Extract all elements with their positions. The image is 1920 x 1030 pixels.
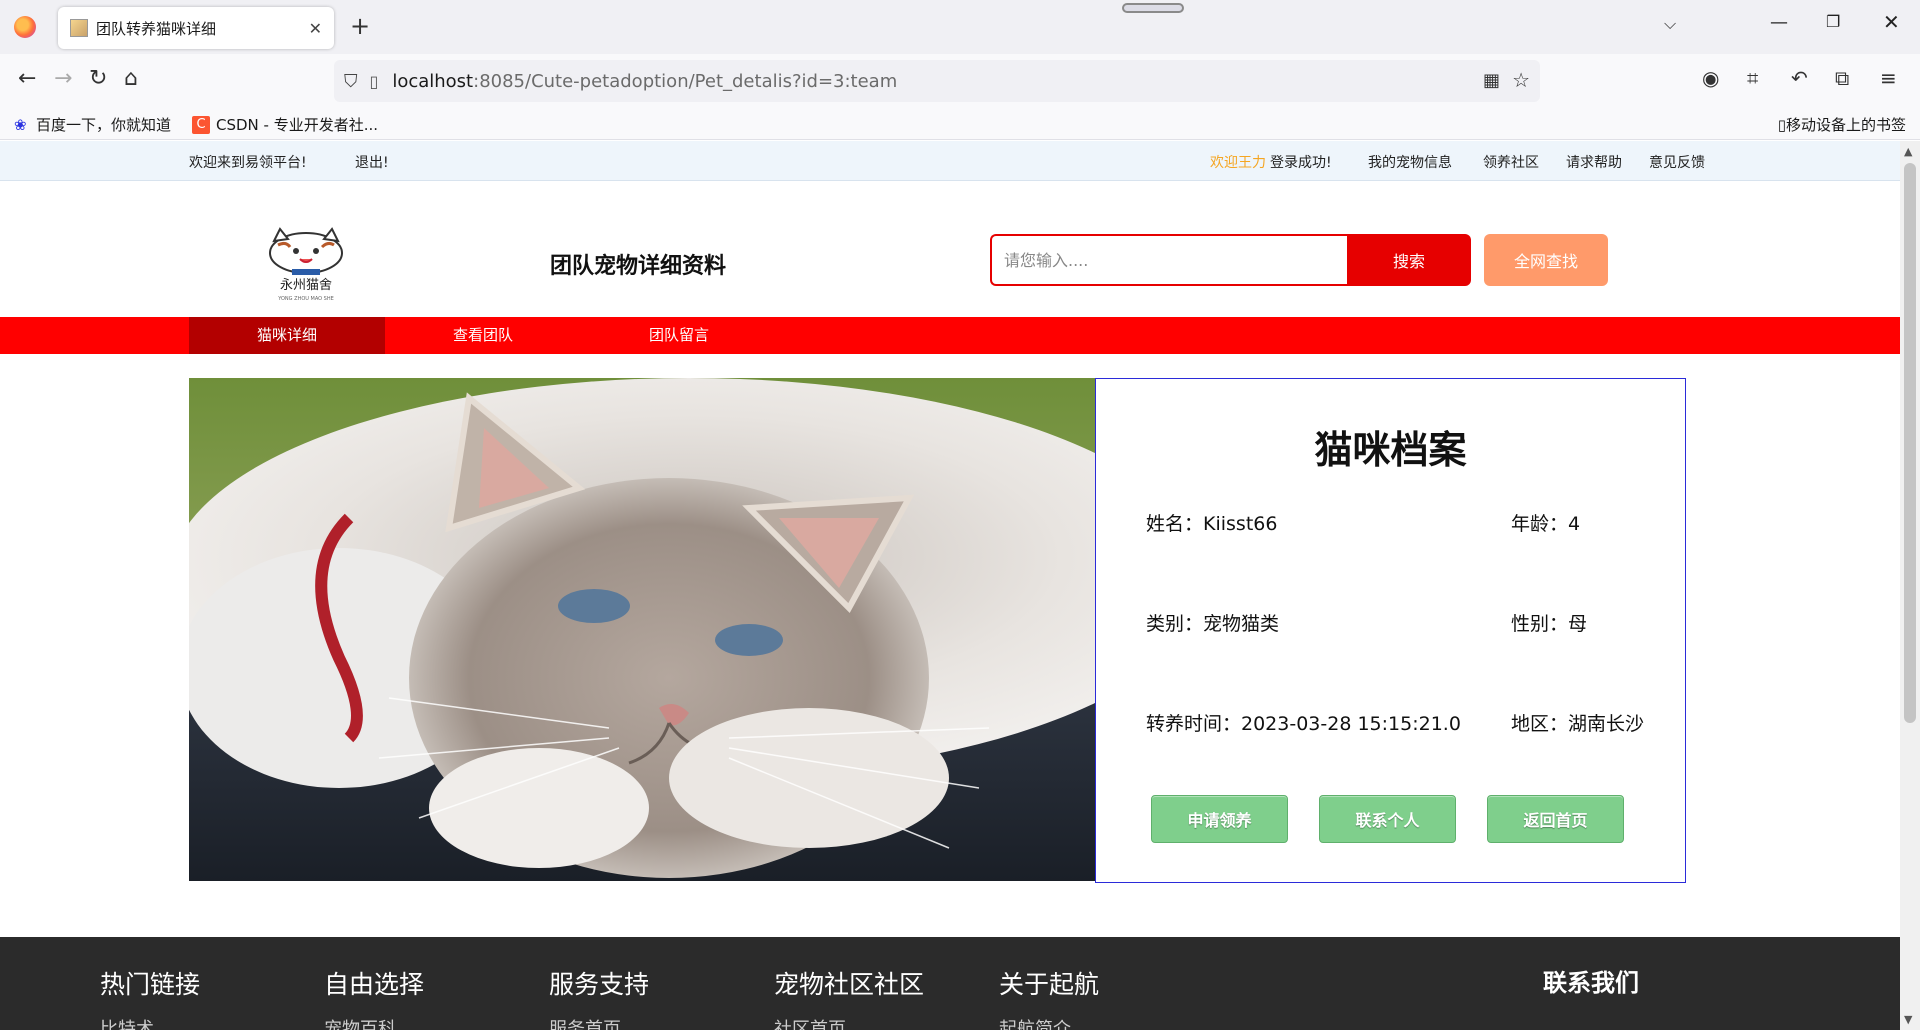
close-tab-icon[interactable]: ✕ <box>309 19 322 38</box>
browser-toolbar: ← → ↻ ⌂ ⛉ ▯ localhost:8085/Cute-petadopt… <box>0 54 1920 108</box>
footer-col-community: 宠物社区社区 <box>774 970 925 999</box>
login-status: 登录成功! <box>1270 155 1332 171</box>
home-icon[interactable]: ⌂ <box>124 66 138 91</box>
screenshot-icon[interactable]: ⌗ <box>1747 66 1758 90</box>
url-text[interactable]: localhost:8085/Cute-petadoption/Pet_deta… <box>392 71 897 92</box>
footer-link[interactable]: 比特术 <box>100 1015 154 1030</box>
link-feedback[interactable]: 意见反馈 <box>1649 152 1705 172</box>
mobile-bookmarks[interactable]: ▯移动设备上的书签 <box>1778 114 1906 135</box>
footer-col-hot-links: 热门链接 <box>100 970 201 999</box>
window-close-icon[interactable]: ✕ <box>1883 10 1900 34</box>
tab-team-messages[interactable]: 团队留言 <box>581 317 777 354</box>
footer-link[interactable]: 宠物百科 <box>324 1015 396 1030</box>
main-nav: 猫咪详细 查看团队 团队留言 <box>0 317 1900 354</box>
scroll-up-icon[interactable]: ▲ <box>1904 145 1912 158</box>
svg-text:YONG ZHOU MAO SHE: YONG ZHOU MAO SHE <box>277 296 334 302</box>
bookmark-star-icon[interactable]: ☆ <box>1512 68 1530 92</box>
restore-icon[interactable]: ❐ <box>1826 12 1840 31</box>
browser-tab-strip: 团队转养猫咪详细 ✕ + ⌵ — ❐ ✕ <box>0 0 1920 54</box>
site-topbar: 欢迎来到易领平台! 退出! 欢迎王力 登录成功! 我的宠物信息 领养社区 请求帮… <box>0 141 1900 181</box>
footer-contact-heading: 联系我们 <box>1543 969 1639 997</box>
logout-link[interactable]: 退出! <box>355 152 389 172</box>
site-footer: 热门链接 自由选择 服务支持 宠物社区社区 关于起航 比特术 宠物百科 服务首页… <box>0 937 1900 1030</box>
chevron-down-icon[interactable]: ⌵ <box>1664 14 1676 34</box>
window-drag-handle[interactable] <box>1122 3 1184 13</box>
site-header: 永州猫舍 YONG ZHOU MAO SHE 团队宠物详细资料 搜索 全网查找 <box>0 181 1900 317</box>
new-tab-icon[interactable]: + <box>350 12 370 40</box>
bookmarks-bar: ❀ 百度一下，你就知道 C CSDN - 专业开发者社... ▯移动设备上的书签 <box>0 108 1920 140</box>
forward-icon[interactable]: → <box>54 66 72 91</box>
field-age: 年龄：4 <box>1511 513 1581 535</box>
welcome-text: 欢迎来到易领平台! <box>189 155 307 171</box>
tab-cat-detail[interactable]: 猫咪详细 <box>189 317 385 354</box>
cat-photo <box>189 378 1095 881</box>
field-region: 地区：湖南长沙 <box>1511 713 1645 735</box>
cat-profile-card: 猫咪档案 姓名：Kiisst66 年龄：4 类别：宠物猫类 性别：母 转养时间：… <box>1095 378 1686 883</box>
bookmark-baidu[interactable]: ❀ 百度一下，你就知道 <box>14 114 171 135</box>
svg-text:永州猫舍: 永州猫舍 <box>280 278 332 293</box>
link-help[interactable]: 请求帮助 <box>1566 152 1622 172</box>
minimize-icon[interactable]: — <box>1770 12 1788 33</box>
search-button[interactable]: 搜索 <box>1347 234 1471 286</box>
reload-icon[interactable]: ↻ <box>89 66 107 91</box>
profile-title: 猫咪档案 <box>1314 428 1467 472</box>
footer-link[interactable]: 起航简介 <box>999 1015 1071 1030</box>
search-input[interactable] <box>990 234 1347 286</box>
browser-tab[interactable]: 团队转养猫咪详细 ✕ <box>58 7 334 49</box>
page-title: 团队宠物详细资料 <box>550 254 727 279</box>
page-info-icon[interactable]: ▯ <box>370 72 379 91</box>
link-community[interactable]: 领养社区 <box>1483 152 1539 172</box>
apply-adopt-button[interactable]: 申请领养 <box>1151 795 1288 843</box>
page-viewport: 欢迎来到易领平台! 退出! 欢迎王力 登录成功! 我的宠物信息 领养社区 请求帮… <box>0 141 1900 1030</box>
field-category: 类别：宠物猫类 <box>1146 613 1280 635</box>
baidu-icon: ❀ <box>14 115 27 134</box>
qr-code-icon[interactable]: ▦ <box>1483 70 1500 91</box>
contact-owner-button[interactable]: 联系个人 <box>1319 795 1456 843</box>
footer-col-free-choice: 自由选择 <box>324 970 425 999</box>
field-gender: 性别：母 <box>1511 613 1588 635</box>
shield-icon[interactable]: ⛉ <box>344 71 358 92</box>
field-adopt-time: 转养时间：2023-03-28 15:15:21.0 <box>1146 713 1461 735</box>
csdn-icon: C <box>192 115 210 134</box>
link-my-pets[interactable]: 我的宠物信息 <box>1368 152 1452 172</box>
tab-view-team[interactable]: 查看团队 <box>385 317 581 354</box>
footer-col-support: 服务支持 <box>549 970 650 999</box>
firefox-icon <box>14 16 36 38</box>
bookmark-csdn[interactable]: C CSDN - 专业开发者社... <box>192 114 378 135</box>
tab-title: 团队转养猫咪详细 <box>96 19 217 38</box>
user-greeting: 欢迎王力 <box>1210 155 1266 171</box>
scroll-down-icon[interactable]: ▼ <box>1904 1013 1912 1026</box>
extensions-icon[interactable]: ⧉ <box>1835 66 1849 90</box>
menu-icon[interactable]: ≡ <box>1880 66 1897 90</box>
back-home-button[interactable]: 返回首页 <box>1487 795 1624 843</box>
footer-col-about: 关于起航 <box>999 970 1100 999</box>
scroll-thumb[interactable] <box>1904 163 1916 723</box>
account-icon[interactable]: ◉ <box>1702 66 1719 90</box>
page-favicon-icon <box>70 19 88 37</box>
undo-icon[interactable]: ↶ <box>1791 66 1808 90</box>
field-name: 姓名：Kiisst66 <box>1146 513 1278 535</box>
site-logo[interactable]: 永州猫舍 YONG ZHOU MAO SHE <box>256 227 356 303</box>
address-bar[interactable]: ⛉ ▯ localhost:8085/Cute-petadoption/Pet_… <box>334 60 1540 102</box>
back-icon[interactable]: ← <box>18 66 36 91</box>
page-scrollbar[interactable]: ▲ ▼ <box>1900 141 1920 1030</box>
footer-link[interactable]: 服务首页 <box>549 1015 621 1030</box>
web-search-button[interactable]: 全网查找 <box>1484 234 1608 286</box>
footer-link[interactable]: 社区首页 <box>774 1015 846 1030</box>
